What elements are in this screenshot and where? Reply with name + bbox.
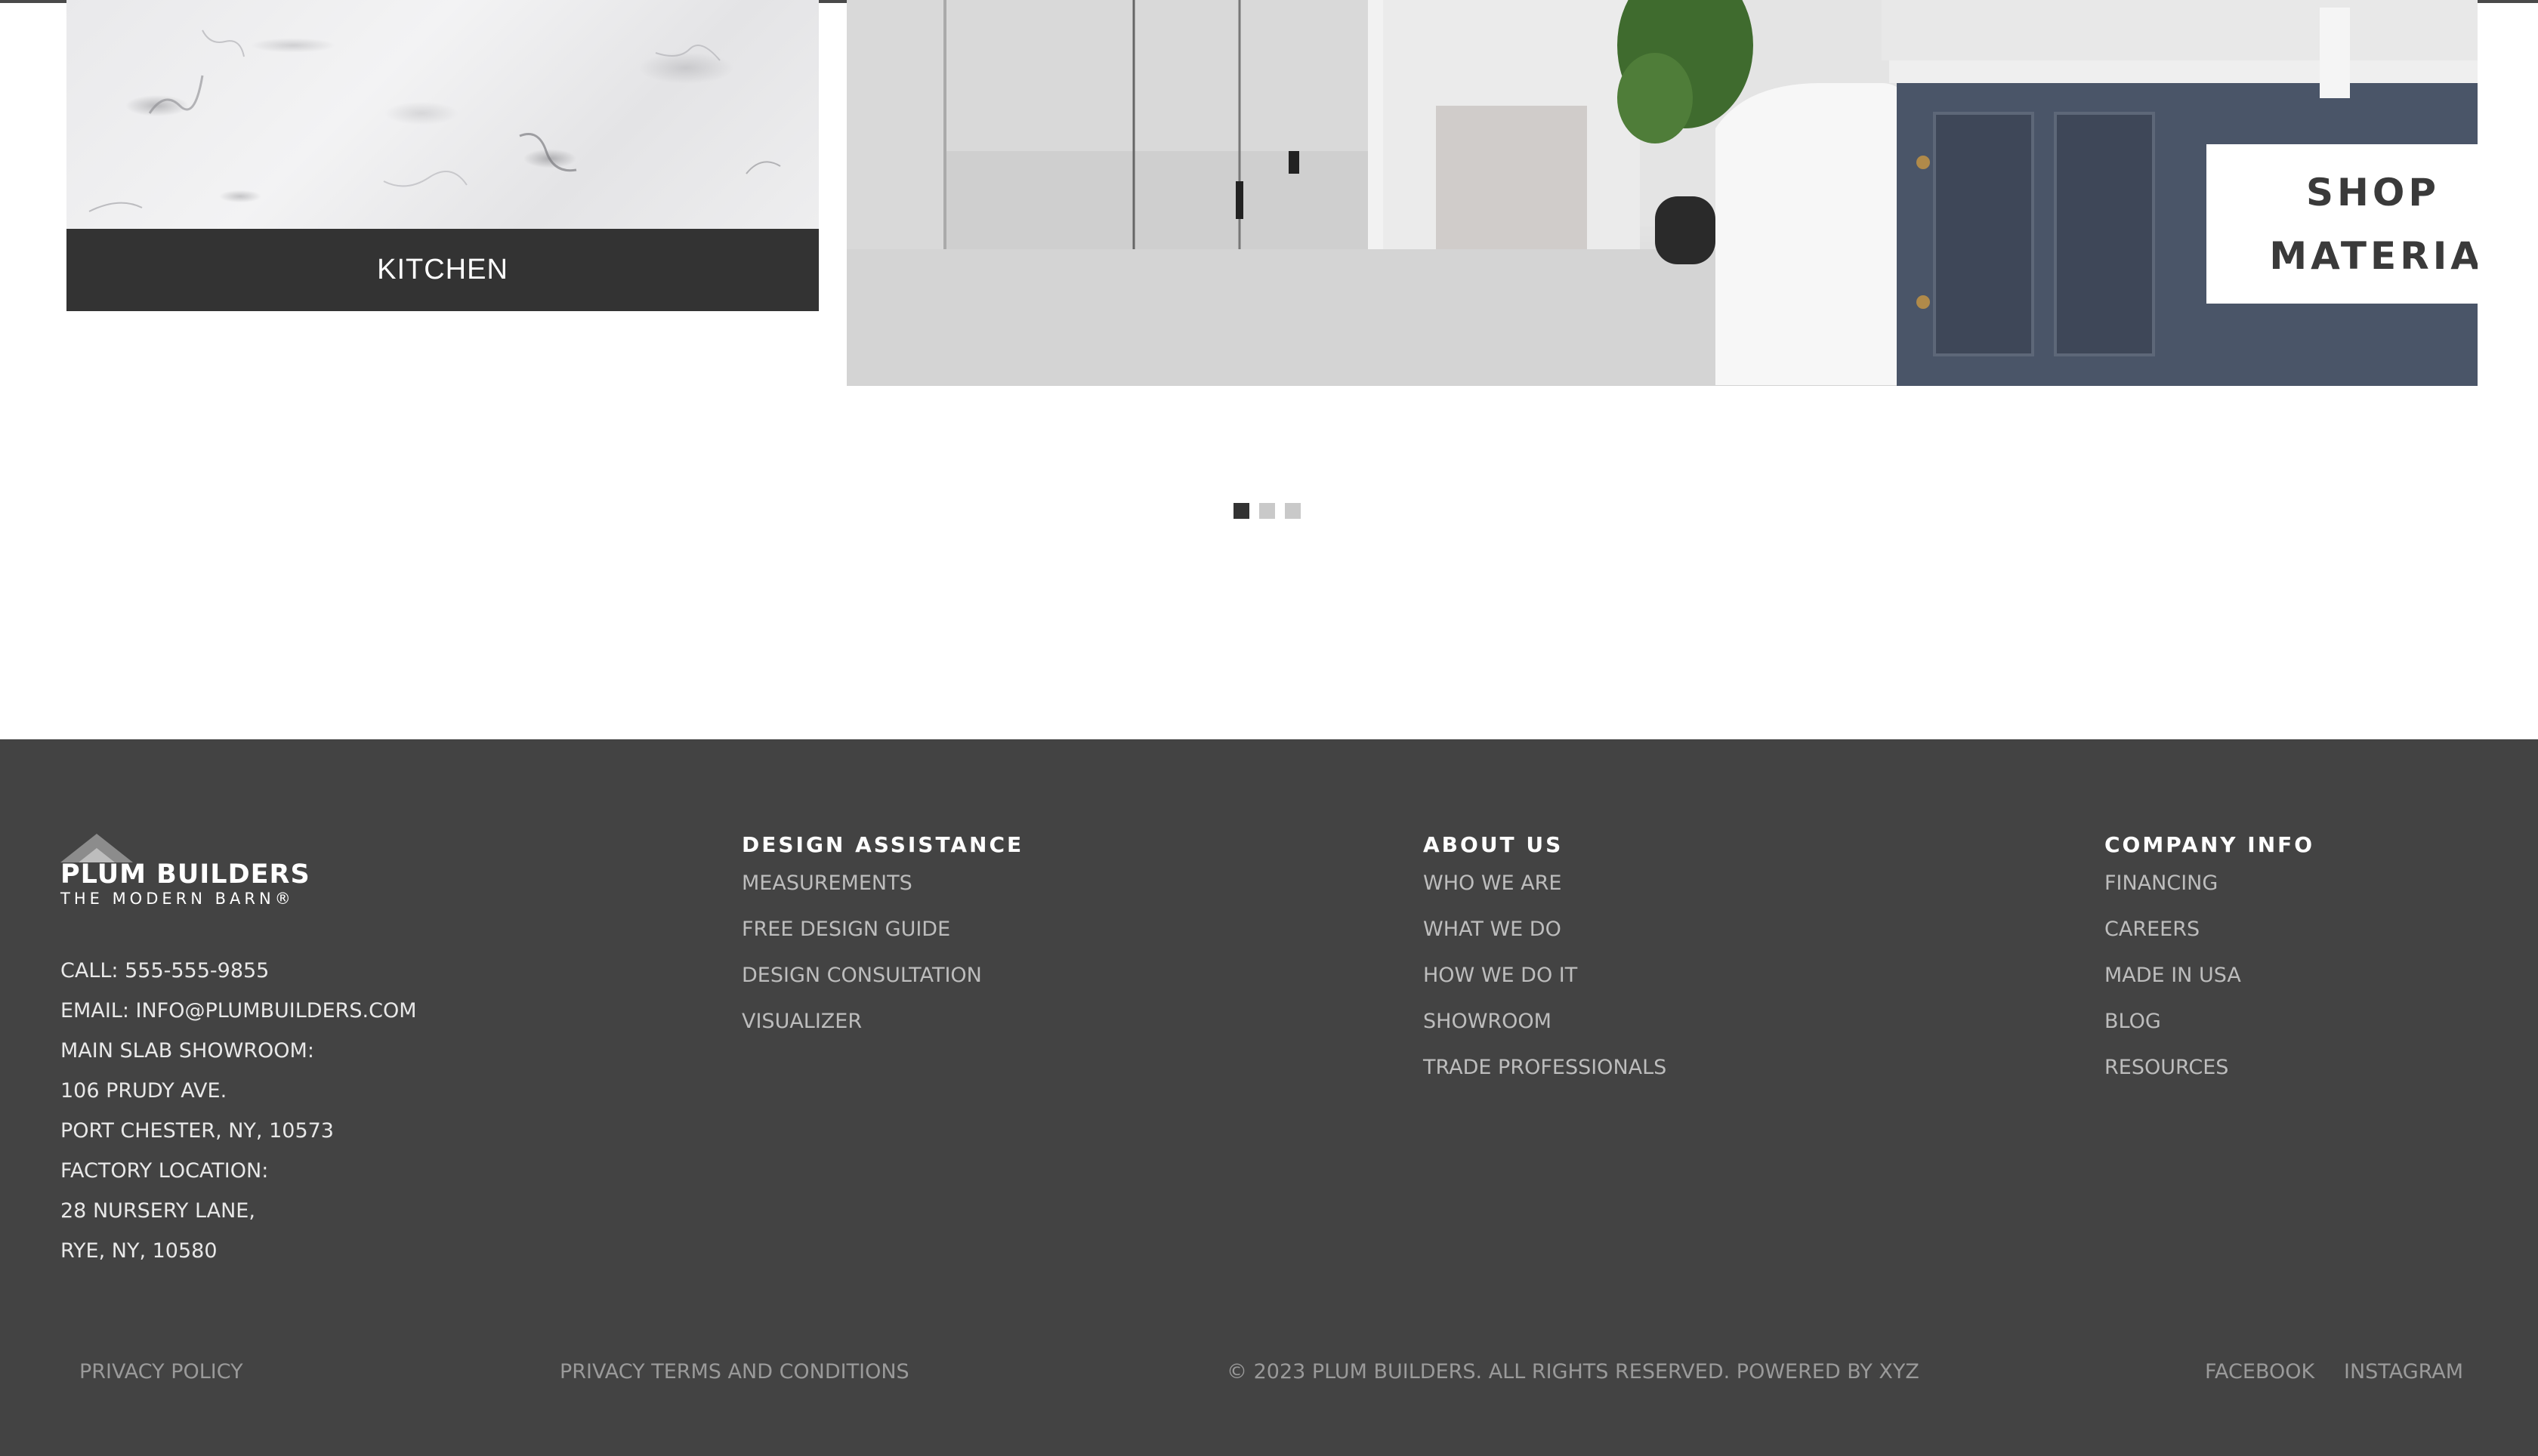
kitchen-marble-image xyxy=(66,0,819,229)
contact-showroom-heading: MAIN SLAB SHOWROOM: xyxy=(60,1039,314,1063)
kitchen-label[interactable]: KITCHEN xyxy=(66,229,819,311)
link-free-design-guide[interactable]: FREE DESIGN GUIDE xyxy=(742,916,1024,962)
column-title: COMPANY INFO xyxy=(2104,832,2315,857)
contact-factory-heading: FACTORY LOCATION: xyxy=(60,1159,269,1183)
link-design-consultation[interactable]: DESIGN CONSULTATION xyxy=(742,962,1024,1008)
carousel-pagination xyxy=(1233,503,1301,519)
footer-column-about-us: ABOUT US WHO WE ARE WHAT WE DO HOW WE DO… xyxy=(1423,832,1666,1100)
link-what-we-do[interactable]: WHAT WE DO xyxy=(1423,916,1666,962)
contact-showroom-street: 106 PRUDY AVE. xyxy=(60,1079,227,1103)
link-trade-professionals[interactable]: TRADE PROFESSIONALS xyxy=(1423,1054,1666,1100)
site-footer: PLUM BUILDERS THE MODERN BARN® CALL: 555… xyxy=(0,739,2538,1456)
footer-column-company-info: COMPANY INFO FINANCING CAREERS MADE IN U… xyxy=(2104,832,2314,1100)
carousel-dot-1[interactable] xyxy=(1233,503,1249,519)
contact-factory-street: 28 NURSERY LANE, xyxy=(60,1199,255,1223)
link-financing[interactable]: FINANCING xyxy=(2104,870,2314,916)
shop-materials-overlay[interactable]: SHOP MATERIA xyxy=(2206,144,2478,304)
logo-tagline: THE MODERN BARN® xyxy=(60,890,295,908)
link-measurements[interactable]: MEASUREMENTS xyxy=(742,870,1024,916)
link-showroom[interactable]: SHOWROOM xyxy=(1423,1008,1666,1054)
privacy-policy-link[interactable]: PRIVACY POLICY xyxy=(79,1357,243,1387)
link-how-we-do-it[interactable]: HOW WE DO IT xyxy=(1423,962,1666,1008)
contact-email[interactable]: EMAIL: INFO@PLUMBUILDERS.COM xyxy=(60,991,417,1031)
instagram-link[interactable]: INSTAGRAM xyxy=(2344,1357,2463,1387)
footer-column-design-assistance: DESIGN ASSISTANCE MEASUREMENTS FREE DESI… xyxy=(742,832,1024,1054)
shop-line-2: MATERIA xyxy=(2269,233,2478,278)
footer-bottom-bar: PRIVACY POLICY PRIVACY TERMS AND CONDITI… xyxy=(0,1357,2538,1387)
roof-logo-icon xyxy=(60,834,133,862)
shop-line-1: SHOP xyxy=(2305,170,2440,214)
contact-info: CALL: 555-555-9855 EMAIL: INFO@PLUMBUILD… xyxy=(60,951,417,1271)
contact-phone[interactable]: CALL: 555-555-9855 xyxy=(60,951,417,991)
carousel-dot-2[interactable] xyxy=(1259,503,1275,519)
link-resources[interactable]: RESOURCES xyxy=(2104,1054,2314,1100)
column-title: ABOUT US xyxy=(1423,832,1564,857)
link-visualizer[interactable]: VISUALIZER xyxy=(742,1008,1024,1054)
facebook-link[interactable]: FACEBOOK xyxy=(2205,1357,2314,1387)
plum-builders-logo[interactable]: PLUM BUILDERS THE MODERN BARN® xyxy=(60,832,310,908)
carousel-dot-3[interactable] xyxy=(1285,503,1301,519)
link-who-we-are[interactable]: WHO WE ARE xyxy=(1423,870,1666,916)
kitchen-card[interactable]: KITCHEN xyxy=(66,0,819,311)
contact-factory-city: RYE, NY, 10580 xyxy=(60,1239,218,1263)
link-made-in-usa[interactable]: MADE IN USA xyxy=(2104,962,2314,1008)
link-blog[interactable]: BLOG xyxy=(2104,1008,2314,1054)
terms-link[interactable]: PRIVACY TERMS AND CONDITIONS xyxy=(560,1357,909,1387)
contact-showroom-city: PORT CHESTER, NY, 10573 xyxy=(60,1119,334,1143)
link-careers[interactable]: CAREERS xyxy=(2104,916,2314,962)
logo-name: PLUM BUILDERS xyxy=(60,859,310,890)
column-title: DESIGN ASSISTANCE xyxy=(742,832,1024,857)
copyright-text: © 2023 PLUM BUILDERS. ALL RIGHTS RESERVE… xyxy=(1227,1360,1919,1384)
bathroom-card[interactable]: SHOP MATERIA xyxy=(847,0,2478,386)
